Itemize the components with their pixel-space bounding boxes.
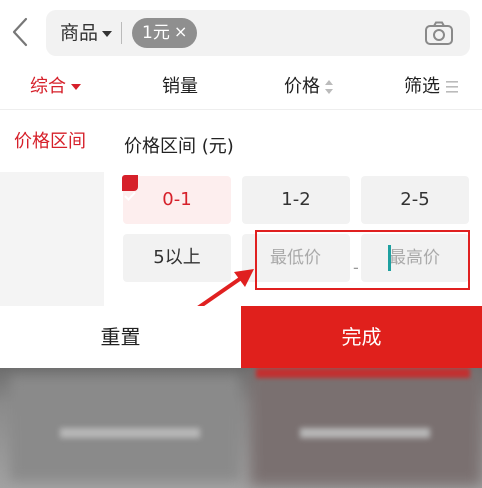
check-icon <box>122 175 138 201</box>
sort-bar: 综合 销量 价格 筛选 <box>0 66 482 110</box>
nav-item-label: 价格区间 <box>14 131 86 152</box>
blur-text-right <box>300 428 430 438</box>
option-label: 1-2 <box>281 189 311 210</box>
option-label: 2-5 <box>400 189 430 210</box>
annotation-highlight-box <box>255 230 470 290</box>
price-option-2-5[interactable]: 2-5 <box>361 176 469 224</box>
search-scope-label[interactable]: 商品 <box>60 22 98 44</box>
sort-updown-icon[interactable] <box>324 79 334 95</box>
price-option-0-1[interactable]: 0-1 <box>122 175 231 224</box>
blur-text-left <box>60 428 200 438</box>
search-box[interactable]: 商品 1元 × <box>46 10 470 56</box>
nav-item-price-range[interactable]: 价格区间 <box>0 110 104 172</box>
reset-button[interactable]: 重置 <box>0 306 241 368</box>
sort-price[interactable]: 价格 <box>284 76 320 98</box>
blurred-product-list <box>0 368 482 488</box>
filter-category-nav: 价格区间 <box>0 110 104 306</box>
search-keyword-chip[interactable]: 1元 × <box>132 18 197 48</box>
blur-product-image-right <box>250 368 482 486</box>
caret-down-icon[interactable] <box>71 84 81 90</box>
search-header: 商品 1元 × <box>0 0 482 66</box>
chip-label: 1元 <box>142 23 170 43</box>
filter-lines-icon[interactable] <box>446 80 458 94</box>
option-label: 0-1 <box>162 189 192 210</box>
sort-comprehensive[interactable]: 综合 <box>30 76 66 98</box>
price-option-1-2[interactable]: 1-2 <box>242 176 350 224</box>
sort-filter[interactable]: 筛选 <box>404 76 440 98</box>
chevron-down-icon[interactable] <box>102 31 112 37</box>
screen: 商品 1元 × 综合 销量 价格 筛选 价格区间 价格区间 (元) 0-1 1-… <box>0 0 482 488</box>
search-divider <box>121 22 122 44</box>
section-title: 价格区间 (元) <box>124 136 234 157</box>
back-arrow-icon[interactable] <box>10 17 30 47</box>
done-button[interactable]: 完成 <box>241 306 482 368</box>
chip-remove-icon[interactable]: × <box>174 22 187 42</box>
sort-sales[interactable]: 销量 <box>162 76 198 98</box>
camera-icon[interactable] <box>424 21 454 46</box>
blur-banner-strip <box>256 368 470 378</box>
